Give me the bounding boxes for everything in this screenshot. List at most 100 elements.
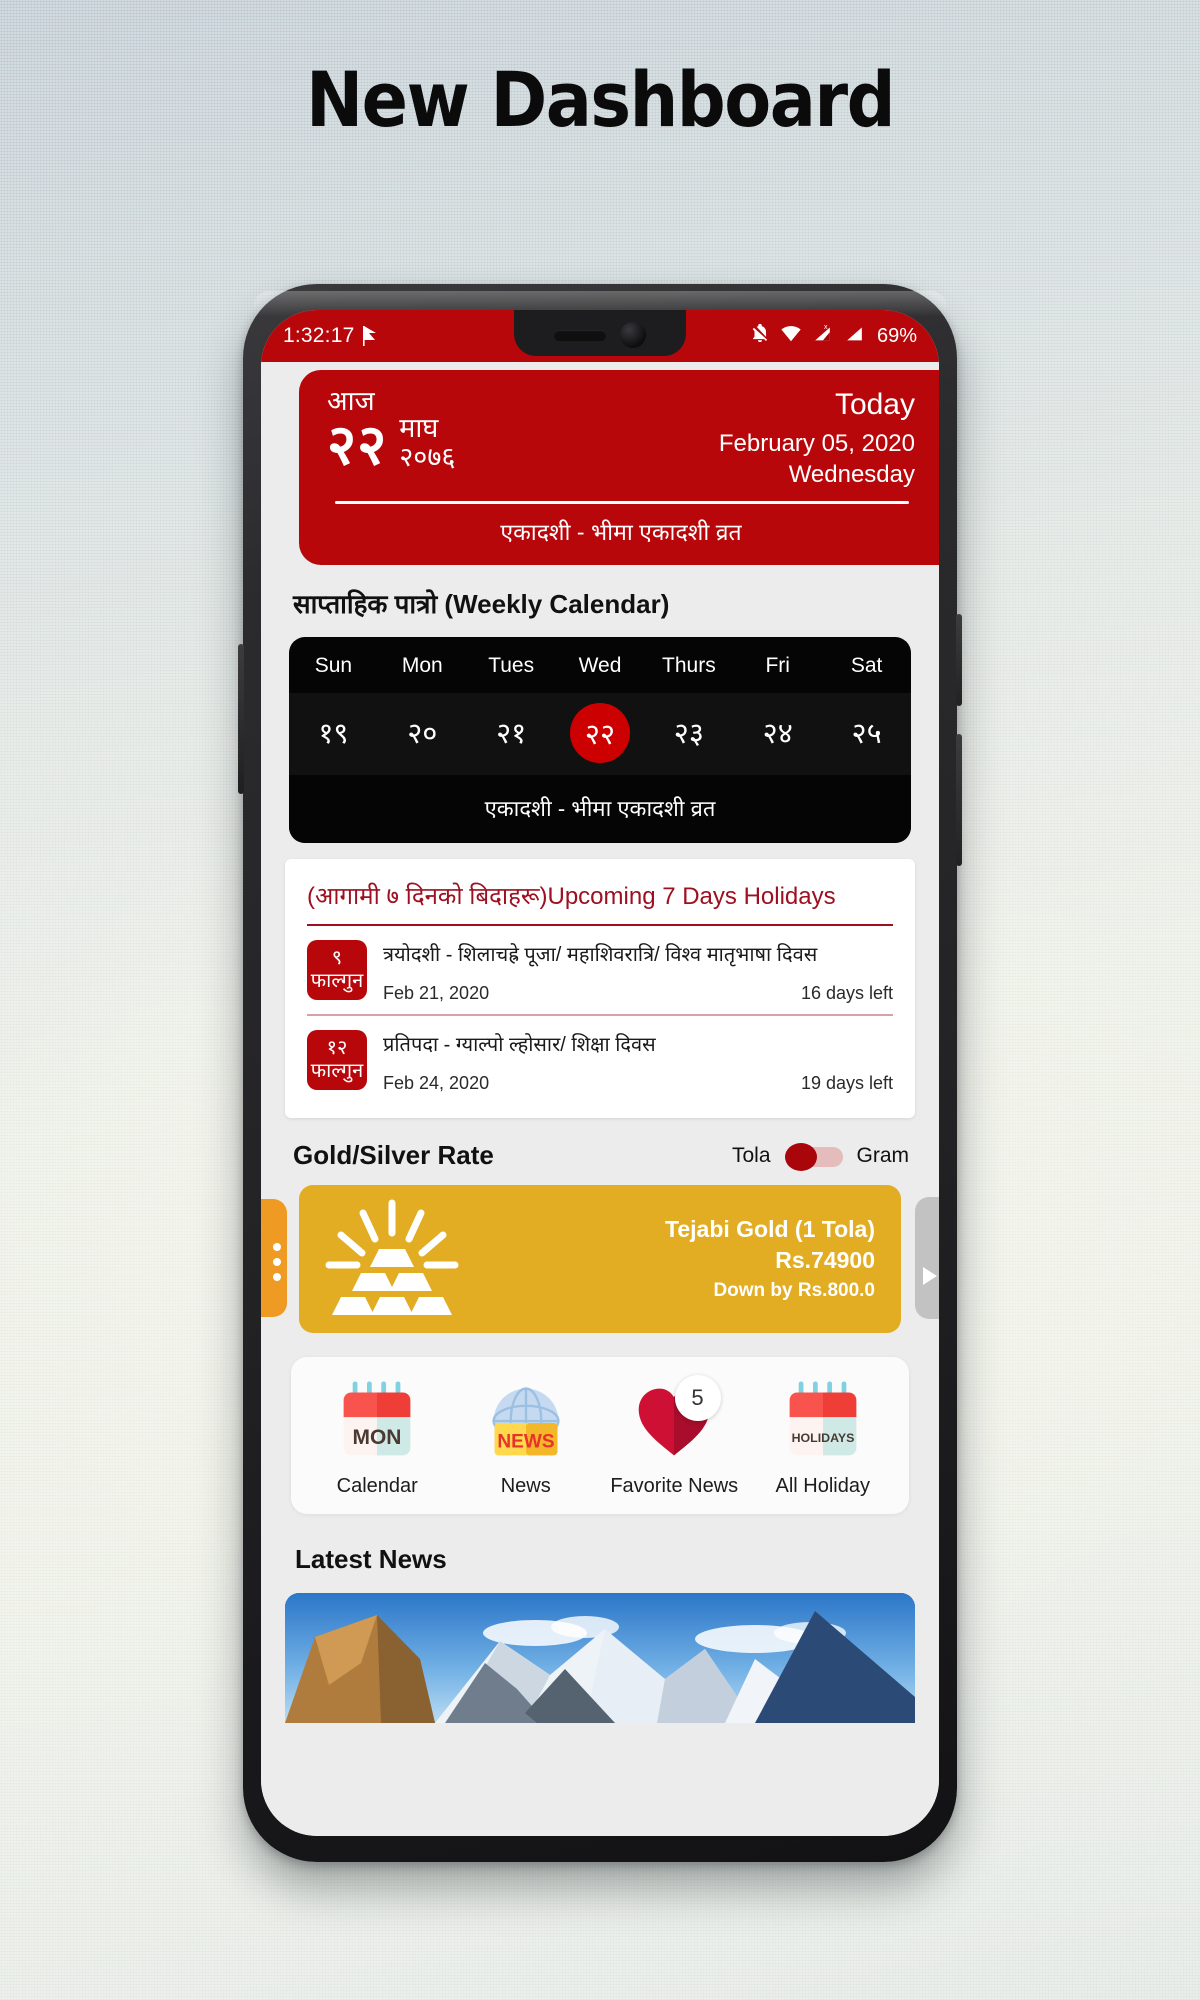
holiday-badge-month: फाल्गुन	[310, 1060, 364, 1082]
weekday-date-1[interactable]: २०	[378, 699, 467, 767]
quick-action-label: News	[500, 1475, 551, 1497]
quick-action-label: Favorite News	[610, 1475, 739, 1497]
weekday-name-1: Mon	[401, 654, 443, 677]
quick-action-label: All Holiday	[775, 1475, 870, 1497]
holiday-badge-day: १२	[326, 1037, 348, 1059]
holiday-item[interactable]: ९ फाल्गुन त्रयोदशी - शिलाचह्रे पूजा/ महाशि…	[307, 926, 893, 1016]
weekday-date-5[interactable]: २४	[733, 699, 822, 767]
holiday-date: Feb 21, 2020	[383, 983, 490, 1003]
nepali-year: २०७६	[399, 442, 456, 473]
quick-actions-row: MON Calendar NEWS News 5 Favorite News HOLIDAY…	[291, 1357, 909, 1514]
signal-no-sim-icon: x	[811, 322, 834, 350]
battery-percent: 69%	[876, 324, 917, 347]
quick-action-news[interactable]: NEWS News	[452, 1379, 601, 1498]
switch-knob[interactable]	[784, 1142, 817, 1171]
tola-gram-switch[interactable]	[784, 1142, 843, 1171]
holiday-name: त्रयोदशी - शिलाचह्रे पूजा/ महाशिवरात्रि/…	[383, 944, 818, 966]
weekday-name-2: Tues	[488, 654, 535, 677]
svg-text:NEWS: NEWS	[497, 1432, 554, 1453]
holiday-name: प्रतिपदा - ग्याल्पो ल्होसार/ शिक्षा दिवस	[383, 1034, 656, 1056]
signal-icon	[843, 322, 866, 350]
phone-left-button[interactable]	[238, 644, 244, 794]
silver-bar-icon	[923, 1267, 937, 1285]
holiday-date-badge: १२ फाल्गुन	[307, 1030, 367, 1090]
holiday-meta: Feb 24, 2020 19 days left	[383, 1073, 893, 1094]
weekday-name-6: Sat	[850, 654, 883, 677]
holiday-date: Feb 24, 2020	[383, 1073, 490, 1093]
status-bar-left: 1:32:17	[283, 324, 379, 348]
svg-text:MON: MON	[353, 1426, 402, 1449]
silver-coins-icon	[273, 1243, 281, 1281]
holiday-badge-day: ९	[331, 947, 343, 969]
upcoming-holidays-title: (आगामी ७ दिनको बिदाहरू)Upcoming 7 Days H…	[307, 883, 836, 910]
today-card-top: आज २२ माघ २०७६ Today February 05, 2020 W…	[327, 388, 915, 489]
today-label: Today	[834, 388, 915, 421]
calendar-mon-icon: MON	[303, 1379, 452, 1465]
nepal-flag-icon	[363, 326, 379, 346]
quick-action-calendar[interactable]: MON Calendar	[303, 1379, 452, 1498]
holidays-list: ९ फाल्गुन त्रयोदशी - शिलाचह्रे पूजा/ महाशि…	[307, 926, 893, 1104]
weekly-calendar[interactable]: Sun Mon Tues Wed Thurs Fri Sat १९ २० २१ २२ २३ २४ २५ …	[289, 637, 911, 843]
weekday-date-row[interactable]: १९ २० २१ २२ २३ २४ २५	[289, 693, 911, 775]
weekday-date-0[interactable]: १९	[289, 699, 378, 767]
earpiece-speaker	[554, 329, 606, 341]
phone-screen: 1:32:17 x 69% आज २२ माघ २०७६ Today Febru…	[261, 310, 939, 1836]
weekday-date-6[interactable]: २५	[822, 699, 911, 767]
upcoming-holidays-card: (आगामी ७ दिनको बिदाहरू)Upcoming 7 Days H…	[285, 859, 915, 1118]
svg-text:HOLIDAYS: HOLIDAYS	[791, 1431, 854, 1445]
svg-text:x: x	[824, 322, 828, 331]
unit-toggle[interactable]: Tola Gram	[731, 1142, 909, 1171]
rate-carousel[interactable]: Tejabi Gold (1 Tola) Rs.74900 Down by Rs…	[261, 1185, 939, 1337]
weekday-name-0: Sun	[314, 654, 353, 677]
weekday-date-3[interactable]: २२	[556, 699, 645, 767]
unit-label-tola: Tola	[731, 1143, 771, 1167]
app-content: आज २२ माघ २०७६ Today February 05, 2020 W…	[261, 362, 939, 1836]
wifi-icon	[780, 322, 802, 350]
page-root: New Dashboard 1:32:17 x 69% आज २२ माघ २०…	[0, 0, 1200, 2000]
status-bar-right: x 69%	[749, 322, 919, 350]
weekly-calendar-note: एकादशी - भीमा एकादशी व्रत	[289, 775, 911, 843]
quick-action-all-holiday[interactable]: HOLIDAYS All Holiday	[749, 1379, 898, 1498]
holiday-badge-month: फाल्गुन	[310, 970, 364, 992]
today-tithi: एकादशी - भीमा एकादशी व्रत	[500, 519, 742, 545]
quick-action-label: Calendar	[336, 1475, 418, 1497]
phone-notch	[514, 310, 686, 356]
english-date: February 05, 2020	[718, 430, 915, 457]
bell-off-icon	[749, 322, 771, 350]
phone-power-button[interactable]	[956, 734, 962, 866]
holiday-body: त्रयोदशी - शिलाचह्रे पूजा/ महाशिवरात्रि/…	[383, 940, 893, 1004]
phone-volume-button[interactable]	[956, 614, 962, 706]
favorite-count-badge: 5	[674, 1375, 721, 1421]
rate-price: Rs.74900	[775, 1247, 875, 1273]
weekday-date-2[interactable]: २१	[467, 699, 556, 767]
holiday-item[interactable]: १२ फाल्गुन प्रतिपदा - ग्याल्पो ल्होसार/ शि…	[307, 1016, 893, 1104]
nepali-month-year: माघ २०७६	[399, 388, 455, 473]
phone-mockup: 1:32:17 x 69% आज २२ माघ २०७६ Today Febru…	[238, 284, 962, 1862]
nepali-month: माघ	[399, 413, 439, 443]
holiday-body: प्रतिपदा - ग्याल्पो ल्होसार/ शिक्षा दिवस…	[383, 1030, 893, 1094]
today-card[interactable]: आज २२ माघ २०७६ Today February 05, 2020 W…	[299, 370, 939, 565]
selected-day-pill: २२	[570, 703, 630, 763]
nepali-date-block: आज २२ माघ २०७६	[327, 388, 455, 473]
status-bar: 1:32:17 x 69%	[261, 310, 939, 362]
rate-card-previous[interactable]	[261, 1199, 287, 1317]
rate-card-current[interactable]: Tejabi Gold (1 Tola) Rs.74900 Down by Rs…	[299, 1185, 901, 1333]
latest-news-image[interactable]	[285, 1593, 915, 1723]
gold-silver-header: Gold/Silver Rate Tola Gram	[261, 1118, 939, 1171]
english-date-block: Today February 05, 2020 Wednesday	[719, 388, 915, 489]
rate-text-block: Tejabi Gold (1 Tola) Rs.74900 Down by Rs…	[665, 1216, 875, 1302]
front-camera-icon	[620, 322, 646, 348]
clock: 1:32:17	[283, 324, 355, 347]
weekday-name-5: Fri	[765, 654, 790, 677]
weekday-date-4[interactable]: २३	[644, 699, 733, 767]
heart-icon: 5	[600, 1375, 749, 1465]
weekday-name-3: Wed	[578, 654, 622, 677]
quick-action-favorite-news[interactable]: 5 Favorite News	[600, 1375, 749, 1498]
calendar-holidays-icon: HOLIDAYS	[749, 1379, 898, 1465]
weekday-header-row: Sun Mon Tues Wed Thurs Fri Sat	[289, 637, 911, 693]
page-title: New Dashboard	[305, 55, 896, 144]
english-weekday: Wednesday	[788, 461, 915, 488]
rate-card-next[interactable]	[915, 1197, 939, 1319]
nepali-date-main: आज २२	[327, 388, 387, 473]
latest-news-title: Latest News	[295, 1544, 447, 1574]
